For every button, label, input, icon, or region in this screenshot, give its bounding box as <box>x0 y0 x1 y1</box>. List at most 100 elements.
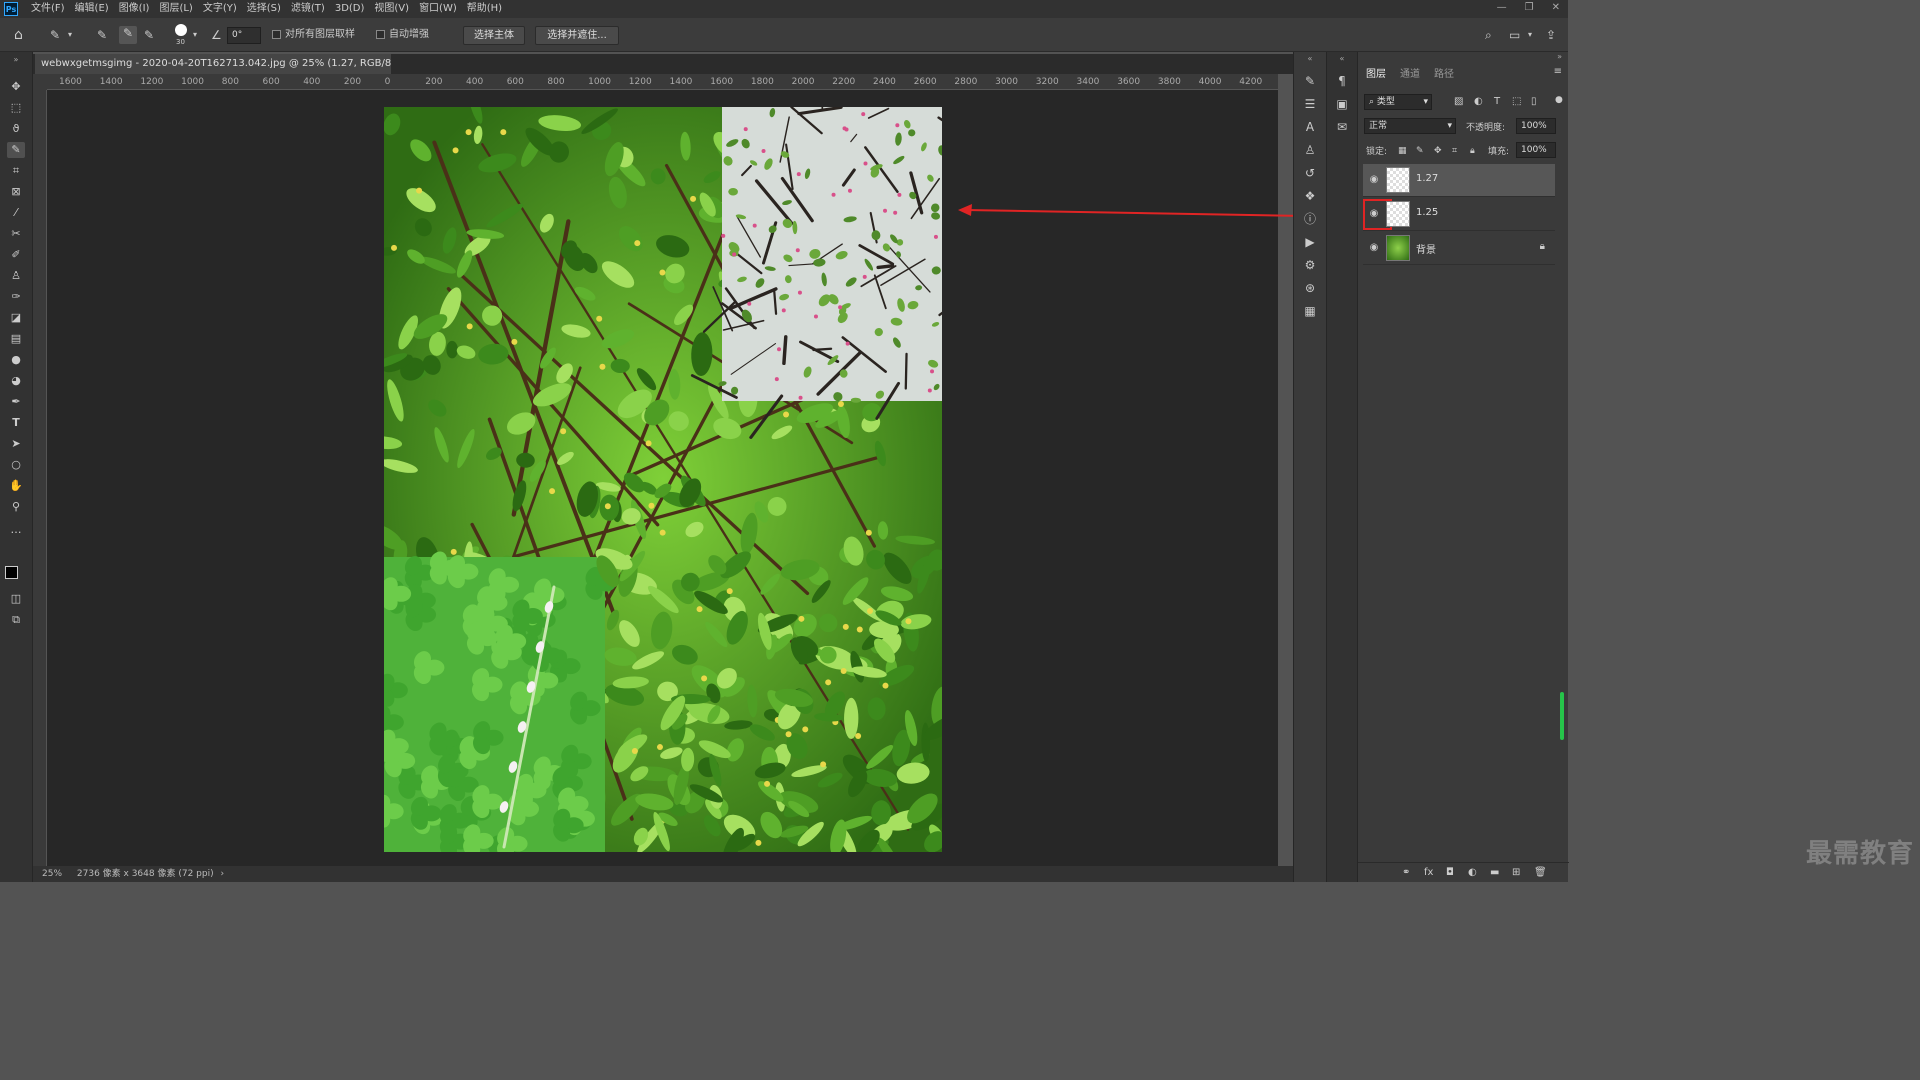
panel-scrollbar[interactable] <box>1560 692 1564 740</box>
foreground-color-swatch[interactable] <box>5 566 18 579</box>
filter-type-icon[interactable]: T <box>1494 95 1500 109</box>
auto-enhance-checkbox[interactable] <box>376 29 385 39</box>
trash-icon[interactable]: 🗑︎ <box>1534 866 1547 880</box>
status-arrow-icon[interactable]: › <box>220 869 224 879</box>
menu-help[interactable]: 帮助(H) <box>462 0 507 18</box>
auto-enhance-option[interactable]: 自动增强 <box>376 26 429 44</box>
filter-pixel-icon[interactable]: ▨ <box>1454 95 1463 109</box>
document-image[interactable] <box>384 107 942 852</box>
menu-image[interactable]: 图像(I) <box>114 0 155 18</box>
table-icon[interactable]: ▦ <box>1294 304 1326 318</box>
hand-tool-icon[interactable]: ✋ <box>7 478 25 494</box>
lock-artboard-icon[interactable]: ⌗ <box>1452 144 1457 158</box>
type-tool-icon[interactable]: T <box>7 415 25 431</box>
screen-mode-icon[interactable]: ⧉ <box>7 612 25 628</box>
move-tool-icon[interactable]: ✥ <box>7 79 25 95</box>
share-icon[interactable]: ⇪ <box>1546 28 1556 42</box>
new-layer-icon[interactable]: ⊞ <box>1512 866 1520 880</box>
collapse-toolbar-icon[interactable]: » <box>7 52 25 68</box>
tab-channels[interactable]: 通道 <box>1400 65 1420 80</box>
quick-selection-tool-icon[interactable]: ✎ <box>7 142 25 158</box>
brush-picker-chevron-icon[interactable]: ▾ <box>193 28 197 42</box>
visibility-eye-icon[interactable]: ◉ <box>1367 241 1381 255</box>
chevron-down-icon[interactable]: ▾ <box>68 28 72 42</box>
document-tab[interactable]: webwxgetmsgimg - 2020-04-20T162713.042.j… <box>35 54 391 74</box>
workspace-chevron-icon[interactable]: ▾ <box>1528 28 1532 42</box>
eraser-tool-icon[interactable]: ◪ <box>7 310 25 326</box>
layer-row-1-25[interactable]: ◉ 1.25 <box>1363 198 1555 231</box>
search-icon[interactable]: ⌕ <box>1485 28 1492 42</box>
horizontal-ruler[interactable]: 1600 1400 1200 1000 800 600 400 200 0 200 400 600 80… <box>47 74 1278 90</box>
crop-tool-icon[interactable]: ⌗ <box>7 163 25 179</box>
opacity-input[interactable]: 100% <box>1516 118 1556 134</box>
eyedropper-tool-icon[interactable]: ⁄ <box>7 205 25 221</box>
layer-name[interactable]: 1.25 <box>1416 207 1438 218</box>
lasso-tool-icon[interactable]: ϑ <box>7 121 25 137</box>
lock-transparent-icon[interactable]: ▦ <box>1398 144 1407 158</box>
panel-collapse-icon[interactable]: » <box>1557 52 1562 61</box>
menu-file[interactable]: 文件(F) <box>26 0 70 18</box>
filter-adjustment-icon[interactable]: ◐ <box>1474 95 1483 109</box>
clone-source-icon[interactable]: ♙ <box>1294 143 1326 157</box>
brush-tool-icon[interactable]: ✐ <box>7 247 25 263</box>
quick-select-tool-preset-icon[interactable]: ✎ <box>50 28 60 42</box>
3d-icon[interactable]: ⊛ <box>1294 281 1326 295</box>
menu-view[interactable]: 视图(V) <box>369 0 414 18</box>
properties-icon[interactable]: ⚙ <box>1294 258 1326 272</box>
menu-type[interactable]: 文字(Y) <box>198 0 242 18</box>
link-icon[interactable]: ⚭ <box>1402 866 1410 880</box>
marquee-tool-icon[interactable]: ⬚ <box>7 100 25 116</box>
vertical-ruler[interactable] <box>33 90 47 868</box>
angle-input[interactable]: 0° <box>227 27 261 44</box>
pen-tool-icon[interactable]: ✒ <box>7 394 25 410</box>
actions-icon[interactable]: ▶ <box>1294 235 1326 249</box>
quick-mask-icon[interactable]: ◫ <box>7 591 25 607</box>
sample-all-layers-checkbox[interactable] <box>272 29 281 39</box>
adjustment-icon[interactable]: ◐ <box>1468 866 1477 880</box>
folder-icon[interactable]: ▬ <box>1490 866 1499 880</box>
frame-tool-icon[interactable]: ⊠ <box>7 184 25 200</box>
zoom-tool-icon[interactable]: ⚲ <box>7 499 25 515</box>
edit-toolbar-icon[interactable]: … <box>7 522 25 538</box>
blend-mode-select[interactable]: 正常 ▾ <box>1364 118 1456 134</box>
layer-name[interactable]: 背景 <box>1416 241 1436 256</box>
menu-layer[interactable]: 图层(L) <box>154 0 197 18</box>
adjustments-icon[interactable]: ☰ <box>1294 97 1326 111</box>
minimize-button[interactable]: — <box>1497 0 1507 16</box>
healing-brush-tool-icon[interactable]: ✂ <box>7 226 25 242</box>
close-window-button[interactable]: ✕ <box>1552 0 1560 16</box>
blur-tool-icon[interactable]: ● <box>7 352 25 368</box>
info-icon[interactable]: ⓘ <box>1294 212 1326 226</box>
fx-icon[interactable]: fx <box>1424 866 1433 880</box>
workspace-icon[interactable]: ▭ <box>1509 28 1520 42</box>
visibility-eye-icon[interactable]: ◉ <box>1367 173 1381 187</box>
select-and-mask-button[interactable]: 选择并遮住... <box>535 26 619 45</box>
dodge-tool-icon[interactable]: ◕ <box>7 373 25 389</box>
color-icon[interactable]: ❖ <box>1294 189 1326 203</box>
fill-input[interactable]: 100% <box>1516 142 1556 158</box>
zoom-level[interactable]: 25% <box>42 869 62 879</box>
subtract-from-selection-icon[interactable]: ✎ <box>144 28 154 42</box>
layer-row-background[interactable]: ◉ 背景 🔒︎ <box>1363 232 1555 265</box>
history-icon[interactable]: ↺ <box>1294 166 1326 180</box>
notes-icon[interactable]: ✉ <box>1327 120 1357 134</box>
filter-smart-object-icon[interactable]: ▯ <box>1531 95 1537 109</box>
menu-edit[interactable]: 编辑(E) <box>70 0 114 18</box>
panel-menu-icon[interactable]: ≡ <box>1554 66 1562 77</box>
history-brush-tool-icon[interactable]: ✑ <box>7 289 25 305</box>
select-subject-button[interactable]: 选择主体 <box>463 26 525 45</box>
path-selection-tool-icon[interactable]: ➤ <box>7 436 25 452</box>
menu-filter[interactable]: 滤镜(T) <box>286 0 330 18</box>
collapse-panels-icon[interactable]: « <box>1294 52 1326 66</box>
home-icon[interactable]: ⌂ <box>14 28 23 42</box>
libraries-icon[interactable]: ▣ <box>1327 97 1357 111</box>
restore-button[interactable]: ❐ <box>1525 0 1534 16</box>
clone-stamp-tool-icon[interactable]: ♙ <box>7 268 25 284</box>
collapse-panels-2-icon[interactable]: « <box>1327 52 1357 66</box>
new-selection-icon[interactable]: ✎ <box>97 28 107 42</box>
lock-pixels-icon[interactable]: ✎ <box>1416 144 1424 158</box>
ellipse-tool-icon[interactable]: ○ <box>7 457 25 473</box>
lock-all-icon[interactable]: 🔒︎ <box>1470 144 1475 158</box>
menu-window[interactable]: 窗口(W) <box>414 0 462 18</box>
character-icon[interactable]: A <box>1294 120 1326 134</box>
